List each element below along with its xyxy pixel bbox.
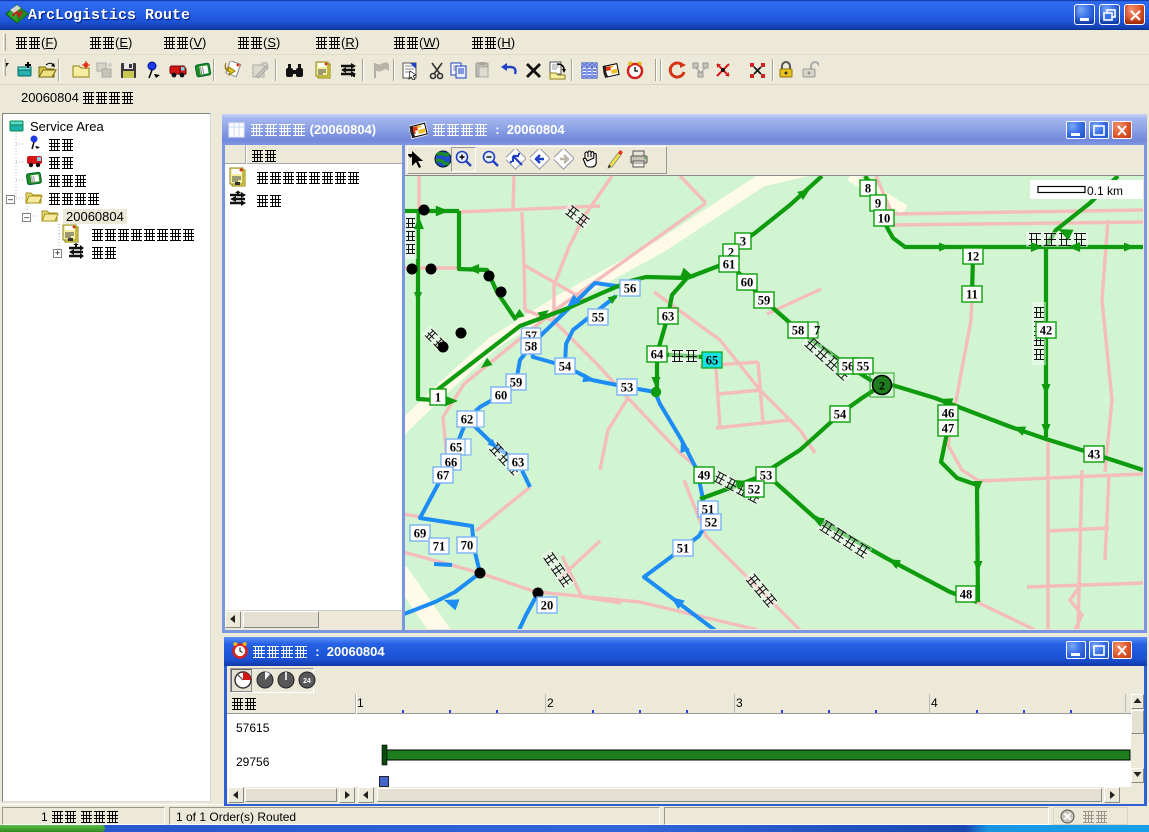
svg-text:8: 8 bbox=[865, 182, 871, 196]
svg-text:52: 52 bbox=[705, 516, 718, 530]
svg-text:54: 54 bbox=[559, 360, 572, 374]
svg-text:55: 55 bbox=[592, 311, 605, 325]
svg-text:48: 48 bbox=[960, 588, 973, 602]
svg-text:56: 56 bbox=[624, 282, 637, 296]
svg-text:51: 51 bbox=[677, 542, 690, 556]
svg-text:63: 63 bbox=[512, 456, 525, 470]
svg-text:54: 54 bbox=[834, 408, 847, 422]
svg-text:49: 49 bbox=[698, 469, 711, 483]
svg-text:58: 58 bbox=[525, 340, 538, 354]
svg-text:24: 24 bbox=[303, 678, 311, 685]
svg-text:65: 65 bbox=[450, 441, 463, 455]
svg-text:47: 47 bbox=[942, 422, 955, 436]
svg-text:60: 60 bbox=[741, 276, 754, 290]
svg-text:55: 55 bbox=[857, 360, 870, 374]
svg-text:58: 58 bbox=[792, 324, 805, 338]
svg-text:64: 64 bbox=[651, 348, 664, 362]
svg-text:1: 1 bbox=[435, 391, 441, 405]
svg-text:63: 63 bbox=[662, 310, 675, 324]
svg-text:70: 70 bbox=[461, 539, 474, 553]
svg-text:52: 52 bbox=[748, 483, 761, 497]
svg-text:12: 12 bbox=[967, 250, 980, 264]
svg-text:3: 3 bbox=[740, 235, 746, 249]
svg-text:59: 59 bbox=[758, 294, 771, 308]
svg-text:71: 71 bbox=[433, 540, 446, 554]
svg-text:62: 62 bbox=[461, 413, 474, 427]
svg-text:69: 69 bbox=[414, 527, 427, 541]
svg-text:46: 46 bbox=[942, 407, 955, 421]
svg-text:9: 9 bbox=[875, 197, 881, 211]
svg-text:65: 65 bbox=[706, 354, 719, 368]
svg-text:43: 43 bbox=[1088, 448, 1101, 462]
svg-text:11: 11 bbox=[966, 288, 978, 302]
svg-text:10: 10 bbox=[878, 212, 891, 226]
svg-text:53: 53 bbox=[621, 381, 634, 395]
svg-text:2: 2 bbox=[879, 379, 885, 393]
svg-text:67: 67 bbox=[437, 469, 450, 483]
svg-text:20: 20 bbox=[541, 599, 554, 613]
svg-text:42: 42 bbox=[1040, 324, 1053, 338]
svg-text:0.1 km: 0.1 km bbox=[1087, 184, 1123, 198]
svg-text:61: 61 bbox=[723, 258, 736, 272]
svg-text:60: 60 bbox=[495, 389, 508, 403]
svg-text:7: 7 bbox=[814, 324, 820, 338]
